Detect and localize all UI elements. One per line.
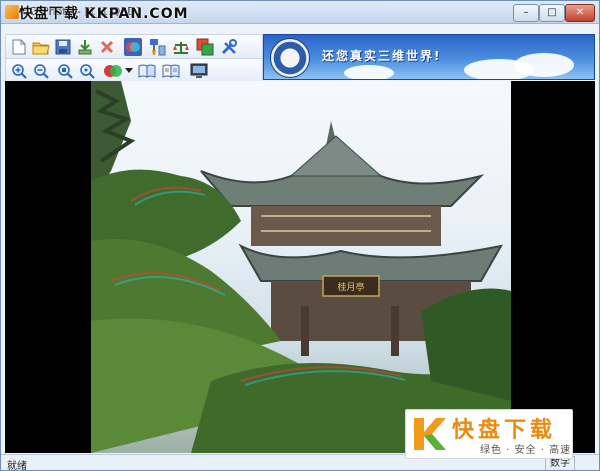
anaglyph-mode-icon[interactable] [102, 62, 124, 80]
app-window: 3D Photo - [1_1.Q3D] 快盘下载 KKPAN.COM – □ … [0, 0, 600, 471]
book-open-icon[interactable] [162, 62, 180, 80]
tools-icon[interactable] [220, 38, 238, 56]
color-effect-icon[interactable] [124, 38, 142, 56]
zoom-in-icon[interactable] [10, 62, 28, 80]
maximize-button[interactable]: □ [539, 4, 565, 22]
watermark-subtitle: 绿色 · 安全 · 高速 [480, 445, 572, 456]
layers-icon[interactable] [196, 38, 214, 56]
anaglyph-photo: 桂月亭 [91, 81, 511, 453]
zoom-actual-icon[interactable] [78, 62, 96, 80]
scale-icon[interactable] [172, 38, 190, 56]
watermark-overlay: 快盘下载 KKPAN.COM [19, 6, 189, 22]
menu-bar [1, 23, 599, 33]
watermark-badge: 快盘下载 绿色 · 安全 · 高速 [405, 409, 573, 459]
main-toolbar [5, 34, 263, 60]
brush-icon[interactable] [148, 38, 166, 56]
zoom-fit-icon[interactable] [56, 62, 74, 80]
zoom-out-icon[interactable] [32, 62, 50, 80]
new-file-icon[interactable] [10, 38, 28, 56]
minimize-button[interactable]: – [513, 4, 539, 22]
title-bar: 3D Photo - [1_1.Q3D] 快盘下载 KKPAN.COM – □ … [1, 1, 599, 24]
monitor-icon[interactable] [190, 62, 208, 80]
pavilion-scene: 桂月亭 [91, 81, 511, 453]
cloud-decoration [514, 53, 574, 77]
banner-slogan: 还您真实三维世界! [322, 49, 442, 63]
cloud-decoration [344, 65, 394, 79]
save-icon[interactable] [54, 38, 72, 56]
import-icon[interactable] [76, 38, 94, 56]
watermark-logo-icon [414, 418, 446, 450]
mode-dropdown-icon[interactable] [124, 62, 134, 80]
open-folder-icon[interactable] [32, 38, 50, 56]
close-button[interactable]: ✕ [565, 4, 595, 22]
banner-ad[interactable]: 还您真实三维世界! [263, 34, 595, 80]
delete-icon[interactable] [98, 38, 116, 56]
banner-logo-icon [270, 38, 310, 78]
plaque-text: 桂月亭 [337, 281, 364, 293]
image-viewport[interactable]: 桂月亭 [5, 81, 595, 453]
book-view-icon[interactable] [138, 62, 156, 80]
status-message: 就绪 [7, 461, 27, 471]
watermark-title: 快盘下载 [452, 418, 557, 443]
app-icon [5, 5, 19, 19]
